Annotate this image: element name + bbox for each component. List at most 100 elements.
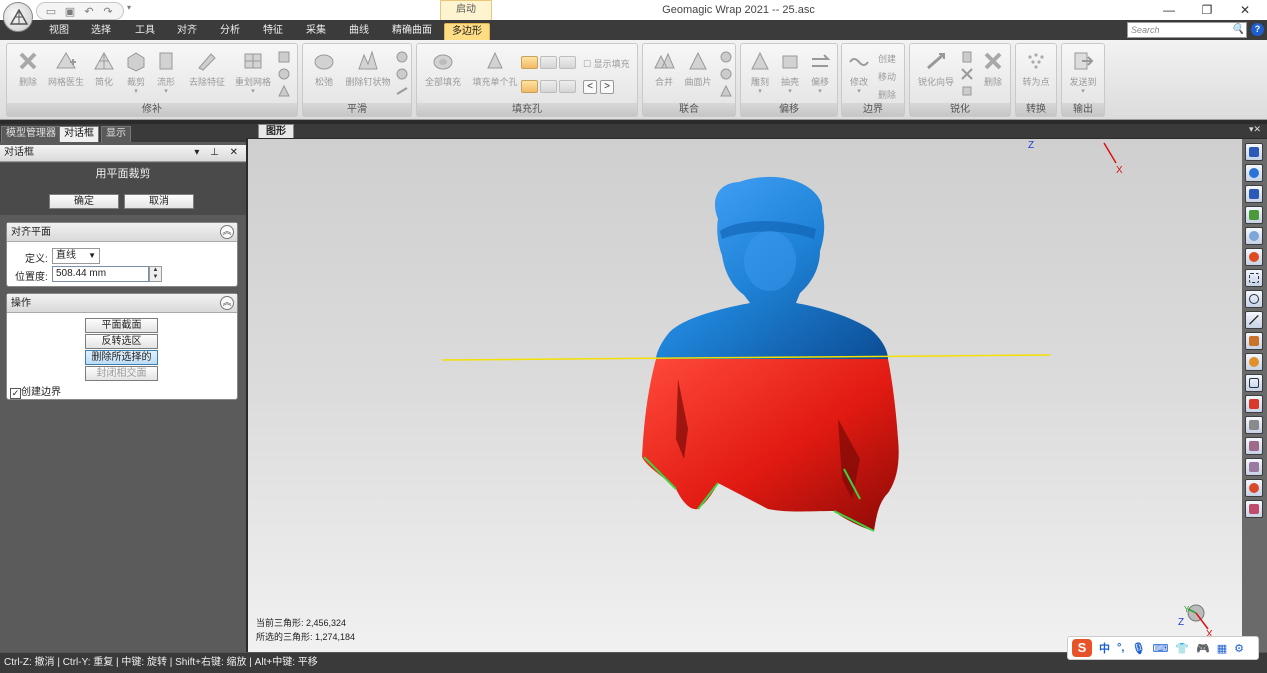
select-through-icon[interactable] <box>1245 374 1263 392</box>
send-to-button[interactable]: 发送到 ▾ <box>1064 50 1102 95</box>
minimize-button[interactable]: — <box>1151 0 1187 20</box>
move-boundary-button[interactable]: 移动 <box>878 70 896 83</box>
search-icon[interactable]: 🔍 <box>1232 23 1244 37</box>
render-mode-icon[interactable] <box>1245 500 1263 518</box>
fill-type-bridge-icon[interactable] <box>559 80 576 93</box>
delete-button[interactable]: 删除 <box>9 50 47 88</box>
checkbox-checked-icon[interactable]: ✓ <box>10 388 21 399</box>
color-icon[interactable] <box>1245 248 1263 266</box>
viewport-menu-icon[interactable]: ▾✕ <box>1249 124 1261 135</box>
line-select-icon[interactable] <box>1245 311 1263 329</box>
fill-mode-flat-icon[interactable] <box>559 56 576 69</box>
smooth-option-icon[interactable] <box>395 50 409 64</box>
tab-polygons[interactable]: 多边形 <box>444 23 490 40</box>
smooth-option-icon[interactable] <box>395 84 409 98</box>
fill-all-button[interactable]: 全部填充 <box>421 50 465 88</box>
viewport-tab-graphics[interactable]: 图形 <box>258 124 294 138</box>
previous-arrow-icon[interactable]: < <box>583 80 597 94</box>
tab-capture[interactable]: 采集 <box>301 23 331 40</box>
tab-model-manager[interactable]: 模型管理器 <box>1 126 61 142</box>
spinner-arrows-icon[interactable]: ▲ ▼ <box>149 266 162 282</box>
remove-spikes-button[interactable]: 删除钉状物 <box>343 50 393 88</box>
tab-align[interactable]: 对齐 <box>172 23 202 40</box>
invert-selection-button[interactable]: 反转选区 <box>85 334 158 349</box>
ok-button[interactable]: 确定 <box>49 194 119 209</box>
delete-boundary-button[interactable]: 删除 <box>878 88 896 101</box>
scan-model[interactable]: Z X Z Y X <box>248 139 1242 652</box>
tab-features[interactable]: 特征 <box>258 23 288 40</box>
plane-section-button[interactable]: 平面截面 <box>85 318 158 333</box>
select-none-icon[interactable] <box>1245 437 1263 455</box>
ime-mode-indicator[interactable]: 中 <box>1099 640 1110 656</box>
create-boundary-checkbox[interactable]: ✓ 创建边界 <box>10 383 61 399</box>
close-button[interactable]: ✕ <box>1227 0 1263 20</box>
ime-settings-icon[interactable]: ⚙ <box>1234 642 1244 655</box>
merge-button[interactable]: 合并 <box>645 50 683 88</box>
background-icon[interactable] <box>1245 206 1263 224</box>
extra-tool-icon[interactable] <box>277 50 291 64</box>
undo-icon[interactable]: ↶ <box>81 4 97 18</box>
smooth-option-icon[interactable] <box>395 67 409 81</box>
close-intersection-button[interactable]: 封闭相交面 <box>85 366 158 381</box>
fill-type-edge-icon[interactable] <box>540 80 557 93</box>
remove-features-button[interactable]: 去除特征 <box>185 50 229 88</box>
sharpen-option-icon[interactable] <box>960 67 974 81</box>
sharpen-wizard-button[interactable]: 锐化向导 <box>914 50 958 88</box>
save-icon[interactable]: ▣ <box>62 4 78 18</box>
mesh-doctor-button[interactable]: 网格医生 <box>47 50 85 88</box>
ime-keyboard-icon[interactable]: ⌨ <box>1152 642 1168 655</box>
undo-view-icon[interactable] <box>1245 164 1263 182</box>
extra-tool-icon[interactable] <box>277 84 291 98</box>
delete-selected-button[interactable]: 删除所选择的 <box>85 350 158 365</box>
fill-type-complete-icon[interactable] <box>521 80 538 93</box>
sogou-logo[interactable]: S <box>1072 639 1092 657</box>
sharpen-option-icon[interactable] <box>960 84 974 98</box>
tab-dialog[interactable]: 对话框 <box>59 126 99 142</box>
shaded-icon[interactable] <box>1245 479 1263 497</box>
rectangle-select-icon[interactable] <box>1245 269 1263 287</box>
tab-analysis[interactable]: 分析 <box>215 23 245 40</box>
show-fill-checkbox[interactable]: ☐ 显示填充 <box>583 57 630 70</box>
tab-select[interactable]: 选择 <box>86 23 116 40</box>
tab-exact-surfaces[interactable]: 精确曲面 <box>385 23 439 40</box>
fill-single-hole-button[interactable]: 填充单个孔 <box>469 50 521 88</box>
help-icon[interactable]: ? <box>1251 23 1264 36</box>
tab-tools[interactable]: 工具 <box>130 23 160 40</box>
position-input[interactable]: 508.44 mm ▲ ▼ <box>52 266 162 282</box>
offset-button[interactable]: 偏移 ▾ <box>801 50 839 95</box>
surface-patch-button[interactable]: 曲面片 <box>679 50 717 88</box>
zoom-icon[interactable] <box>1245 227 1263 245</box>
custom-select-icon[interactable] <box>1245 353 1263 371</box>
search-input[interactable]: Search 🔍 <box>1127 22 1247 38</box>
next-arrow-icon[interactable]: > <box>600 80 614 94</box>
ime-skin-icon[interactable]: 👕 <box>1175 642 1189 655</box>
app-logo[interactable] <box>3 2 33 32</box>
tab-display[interactable]: 显示 <box>101 126 131 142</box>
restore-button[interactable]: ❐ <box>1189 0 1225 20</box>
extra-tool-icon[interactable] <box>277 67 291 81</box>
manifold-button[interactable]: 流形 ▾ <box>147 50 185 95</box>
align-plane-header[interactable]: 对齐平面 ︽ <box>7 223 237 242</box>
ime-mic-icon[interactable]: 🎙 <box>1131 642 1145 655</box>
define-select[interactable]: 直线 ▼ <box>52 248 100 264</box>
select-all-icon[interactable] <box>1245 416 1263 434</box>
ime-punctuation-icon[interactable]: °, <box>1117 642 1124 654</box>
tab-curves[interactable]: 曲线 <box>344 23 374 40</box>
new-file-icon[interactable]: ▭ <box>43 4 59 18</box>
combine-option-icon[interactable] <box>719 50 733 64</box>
lasso-select-icon[interactable] <box>1245 290 1263 308</box>
quick-access-more-icon[interactable]: ▾ <box>127 3 131 12</box>
remesh-button[interactable]: 重划网格 ▾ <box>231 50 275 95</box>
3d-viewport[interactable]: Z X Z Y X 当前三角形: 2,456,324 所选的三角形: 1,274… <box>248 139 1242 652</box>
ime-apps-icon[interactable]: ▦ <box>1217 642 1227 655</box>
create-boundary-button[interactable]: 创建 <box>878 52 896 65</box>
tab-view[interactable]: 视图 <box>44 23 74 40</box>
select-visible-icon[interactable] <box>1245 395 1263 413</box>
ime-toolbar[interactable]: S 中 °, 🎙 ⌨ 👕 🎮 ▦ ⚙ <box>1067 636 1259 660</box>
convert-to-points-button[interactable]: 转为点 <box>1017 50 1055 88</box>
paint-select-icon[interactable] <box>1245 332 1263 350</box>
cancel-button[interactable]: 取消 <box>124 194 194 209</box>
fill-mode-curvature-icon[interactable] <box>521 56 538 69</box>
redo-icon[interactable]: ↷ <box>100 4 116 18</box>
select-by-color-icon[interactable] <box>1245 458 1263 476</box>
